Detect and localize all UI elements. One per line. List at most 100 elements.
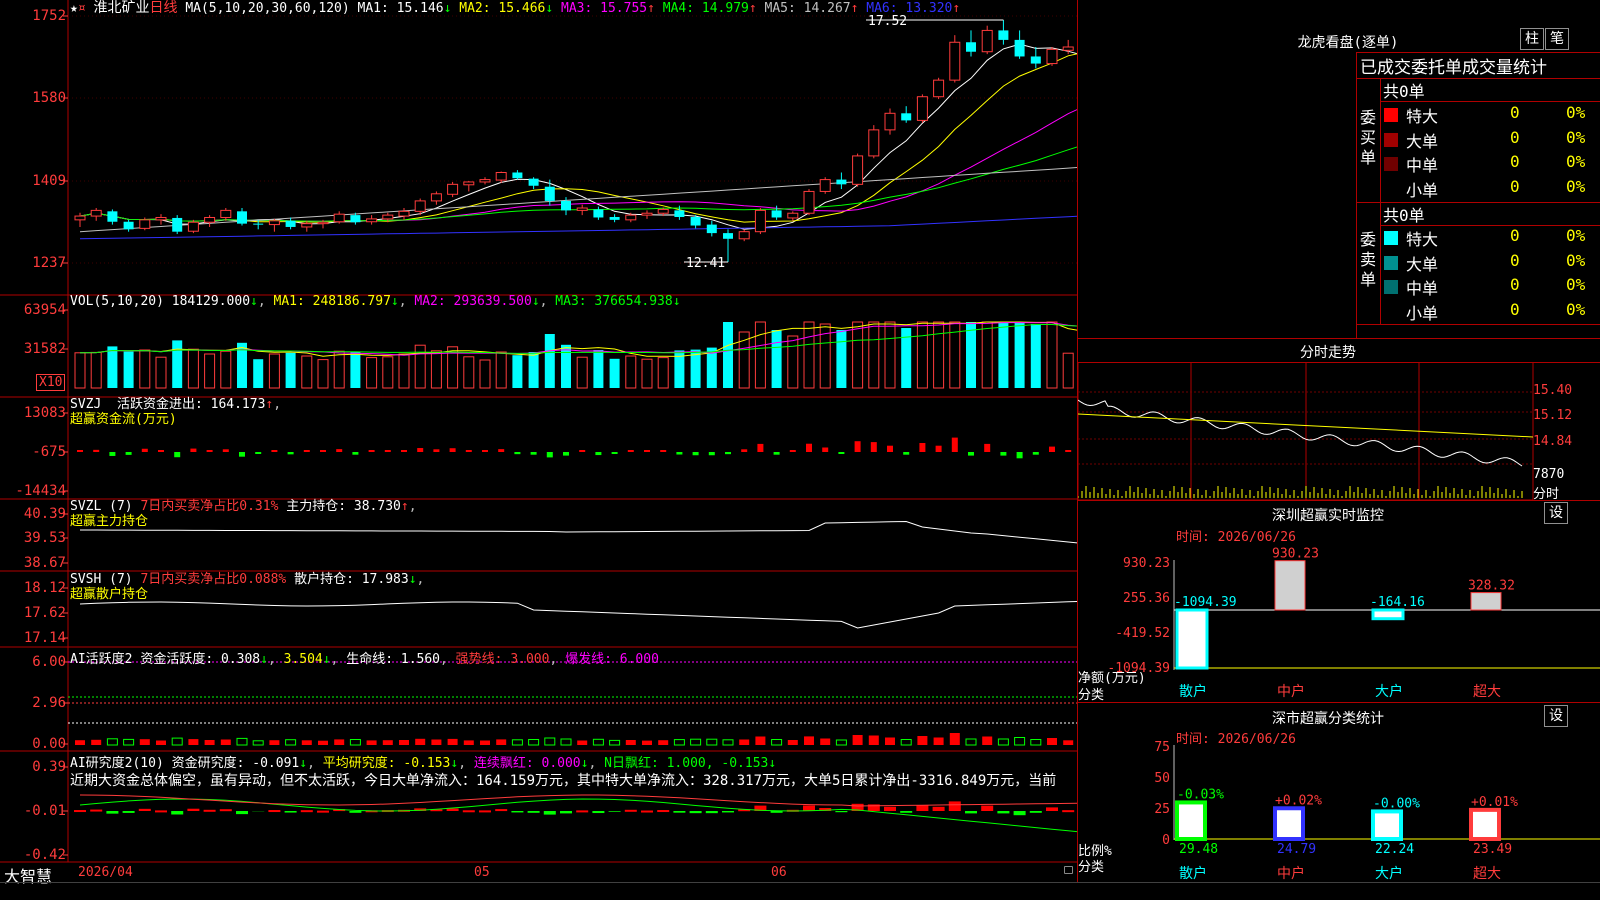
svzj-bar (984, 443, 991, 452)
order-size-value: 0 (1510, 299, 1520, 319)
order-size-pct: 0% (1566, 275, 1586, 294)
ma5-line (79, 43, 1077, 230)
candle-down (706, 224, 717, 234)
svzj-bar (141, 448, 148, 452)
svzj-bar (725, 452, 731, 455)
candle-up (268, 220, 280, 226)
candle-up (398, 210, 410, 217)
volume-bar (90, 351, 102, 389)
order-size-pct: 0% (1566, 152, 1586, 171)
ai-active-bar (982, 736, 993, 745)
class-change-label: -0.03% (1177, 787, 1224, 802)
candle-up (787, 212, 799, 219)
brand-logo[interactable]: 大智慧 (4, 863, 52, 887)
class-bar (1371, 809, 1403, 842)
monitor-chart: 930.23255.36-419.52-1094.39-1094.39散户930… (1107, 547, 1600, 700)
svzj-bar (1000, 452, 1007, 456)
dragon-tiger-title: 龙虎看盘(逐单) (1297, 35, 1399, 51)
ai-active-bar (868, 735, 879, 745)
svzj-bar (1016, 452, 1023, 459)
stats-title: 已成交委托单成交量统计 (1360, 58, 1547, 78)
column-view-button[interactable]: 柱 (1520, 28, 1544, 50)
svzj-bar (968, 452, 974, 456)
ai-research-bar (657, 810, 670, 813)
lock-icon[interactable] (1064, 866, 1073, 874)
star-icon[interactable]: ★ (70, 1, 78, 16)
chart-area[interactable]: ★¤ 淮北矿业日线 MA(5,10,20,30,60,120) MA1: 15.… (0, 0, 1077, 886)
monitor-title: 深圳超赢实时监控 (1272, 508, 1384, 524)
ai-research-bar (608, 811, 621, 812)
ai-research-bar (219, 809, 232, 812)
candle-up (220, 209, 232, 218)
volume-bar (350, 352, 361, 388)
candlestick-chart[interactable] (0, 0, 1077, 882)
svzj-bar (595, 452, 602, 456)
class-category: 中户 (1277, 865, 1305, 882)
volume-bar (430, 350, 442, 389)
candle-up (204, 216, 216, 223)
ai-active-bar (609, 739, 621, 746)
candle-down (609, 217, 620, 220)
svzj-bar (887, 445, 893, 452)
volume-bar (253, 359, 264, 388)
ai-active-bar (592, 738, 604, 746)
candle-up (187, 221, 199, 232)
ai-active-bar (269, 740, 280, 745)
stroke-view-button[interactable]: 笔 (1545, 28, 1569, 50)
ai-research-bar (576, 810, 589, 813)
order-size-label: 大单 (1406, 254, 1439, 274)
svzj-bar (692, 452, 699, 456)
volume-bar (366, 357, 378, 389)
volume-bar (625, 355, 637, 389)
svzj-bar (190, 448, 197, 452)
class-bar (1175, 800, 1207, 841)
intraday-chart[interactable] (1078, 362, 1600, 500)
ai-active-bar (949, 733, 960, 745)
ma-arrow: ↑ (647, 1, 655, 16)
ai-research-bar (981, 805, 994, 811)
ai-active-bar (917, 736, 928, 745)
candle-up (819, 179, 831, 192)
svzj-y-tick: -14434 (15, 483, 66, 499)
class-settings-button[interactable]: 设 (1544, 705, 1568, 727)
svzl-y-tick: 39.53 (23, 530, 66, 546)
period-label[interactable]: 日线 (149, 0, 177, 16)
ai-research-bar (236, 811, 248, 815)
ai-research-comment: 近期大资金总体偏空，虽有异动，但不太活跃，今日大单净流入：164.159万元，其… (70, 773, 1057, 789)
svzj-bar (174, 452, 181, 458)
stock-name[interactable]: 淮北矿业 (93, 0, 149, 16)
ai-research-y-tick: -0.42 (23, 847, 66, 863)
class-category: 大户 (1375, 865, 1403, 882)
candle-up (868, 129, 880, 157)
volume-bar (512, 355, 523, 388)
svzj-bar (433, 449, 440, 452)
svzj-bar (368, 450, 375, 452)
monitor-value-label: 328.32 (1468, 579, 1515, 594)
candle-down (836, 179, 847, 185)
svzj-bar (514, 452, 521, 455)
ai-research-y-tick: -0.01 (23, 803, 66, 819)
class-value-label: 23.49 (1473, 842, 1512, 857)
candle-down (998, 30, 1009, 40)
ai-research-bar (74, 810, 86, 813)
chart-header: ★¤ 淮北矿业日线 MA(5,10,20,30,60,120) MA1: 15.… (70, 0, 960, 17)
candle-down (674, 210, 685, 218)
main-y-tick: 1237 (32, 255, 66, 271)
candle-down (512, 172, 523, 179)
candle-up (916, 96, 928, 121)
candle-down (253, 223, 264, 225)
ai-active-bar (933, 737, 944, 745)
ai-research-bar (187, 808, 200, 811)
ai-active-bar (236, 737, 248, 746)
order-size-value: 0 (1510, 152, 1520, 171)
svzj-bar (417, 448, 424, 452)
svzl-y-tick: 40.39 (23, 506, 66, 522)
svsh-y-tick: 17.14 (23, 630, 66, 646)
volume-bar (657, 357, 669, 389)
monitor-settings-button[interactable]: 设 (1544, 502, 1568, 524)
candle-up (301, 223, 313, 228)
svzj-bar (644, 450, 650, 452)
volume-bar (868, 321, 880, 389)
svzj-bar (789, 450, 796, 452)
volume-bar (528, 352, 539, 388)
